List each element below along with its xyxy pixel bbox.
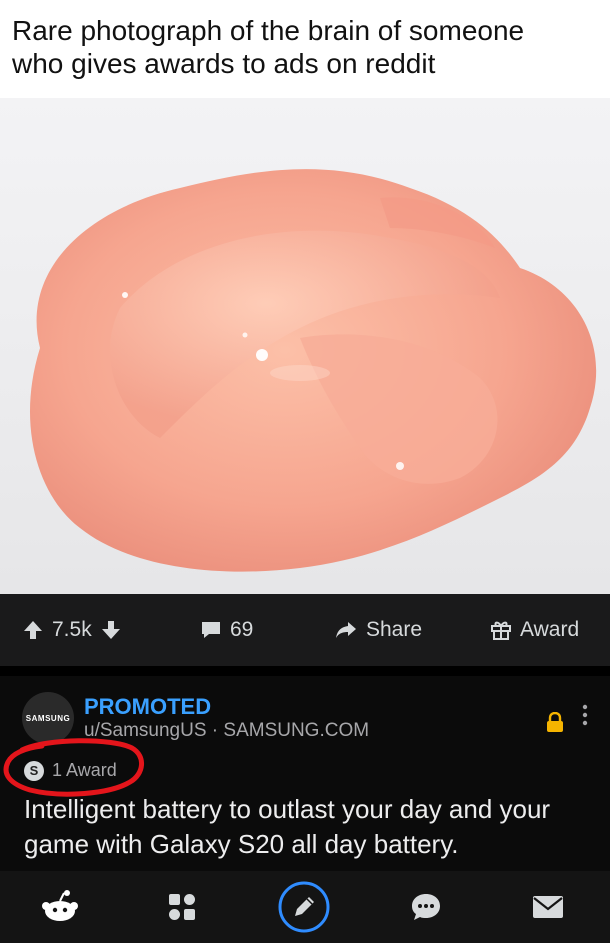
more-options-button[interactable]: [580, 704, 590, 726]
comments-count: 69: [230, 618, 254, 641]
vote-group: 7.5k: [22, 594, 122, 666]
comment-bubble-icon: [202, 622, 220, 638]
caption-line-1: Rare photograph of the brain of someone: [12, 15, 525, 46]
arrow-down-icon[interactable]: [100, 619, 122, 641]
award-button[interactable]: Award: [490, 594, 579, 666]
awards-row[interactable]: S 1 Award: [24, 760, 117, 781]
gift-icon: [491, 621, 511, 640]
award-label: Award: [520, 618, 580, 641]
chat-bubble-icon: [412, 894, 440, 920]
kebab-icon: [582, 704, 588, 726]
post-image[interactable]: [0, 98, 610, 594]
snoo-home-icon: [42, 890, 78, 921]
pink-blob-illustration: [29, 169, 597, 572]
post-title[interactable]: Intelligent battery to outlast your day …: [24, 792, 594, 862]
share-button[interactable]: Share: [334, 594, 422, 666]
share-label: Share: [366, 618, 423, 641]
nav-compose[interactable]: [272, 871, 336, 943]
vote-score: 7.5k: [52, 618, 92, 641]
nav-home[interactable]: [28, 871, 92, 943]
communities-grid-icon: [169, 894, 195, 920]
inbox-mail-icon: [533, 896, 563, 918]
bottom-navigation: [0, 871, 610, 943]
promoted-label: PROMOTED: [84, 694, 212, 719]
post-action-bar: 7.5k 69 Share Award: [0, 594, 610, 666]
promoted-post[interactable]: SAMSUNG PROMOTED u/SamsungUS · SAMSUNG.C…: [0, 666, 610, 871]
caption-line-2: who gives awards to ads on reddit: [12, 48, 436, 79]
nav-inbox[interactable]: [516, 871, 580, 943]
share-arrow-icon: [336, 622, 356, 638]
awards-count: 1 Award: [52, 760, 117, 780]
compose-pencil-icon: [278, 881, 330, 933]
nav-communities[interactable]: [150, 871, 214, 943]
advertiser-byline[interactable]: u/SamsungUS · SAMSUNG.COM: [84, 720, 369, 742]
lock-icon: [547, 712, 563, 732]
advertiser-avatar[interactable]: SAMSUNG: [22, 692, 74, 744]
award-badge-icon: S: [24, 760, 44, 781]
comments-button[interactable]: 69: [200, 594, 253, 666]
meme-caption: Rare photograph of the brain of someone …: [0, 0, 610, 98]
arrow-up-icon[interactable]: [22, 619, 44, 641]
nav-chat[interactable]: [394, 871, 458, 943]
